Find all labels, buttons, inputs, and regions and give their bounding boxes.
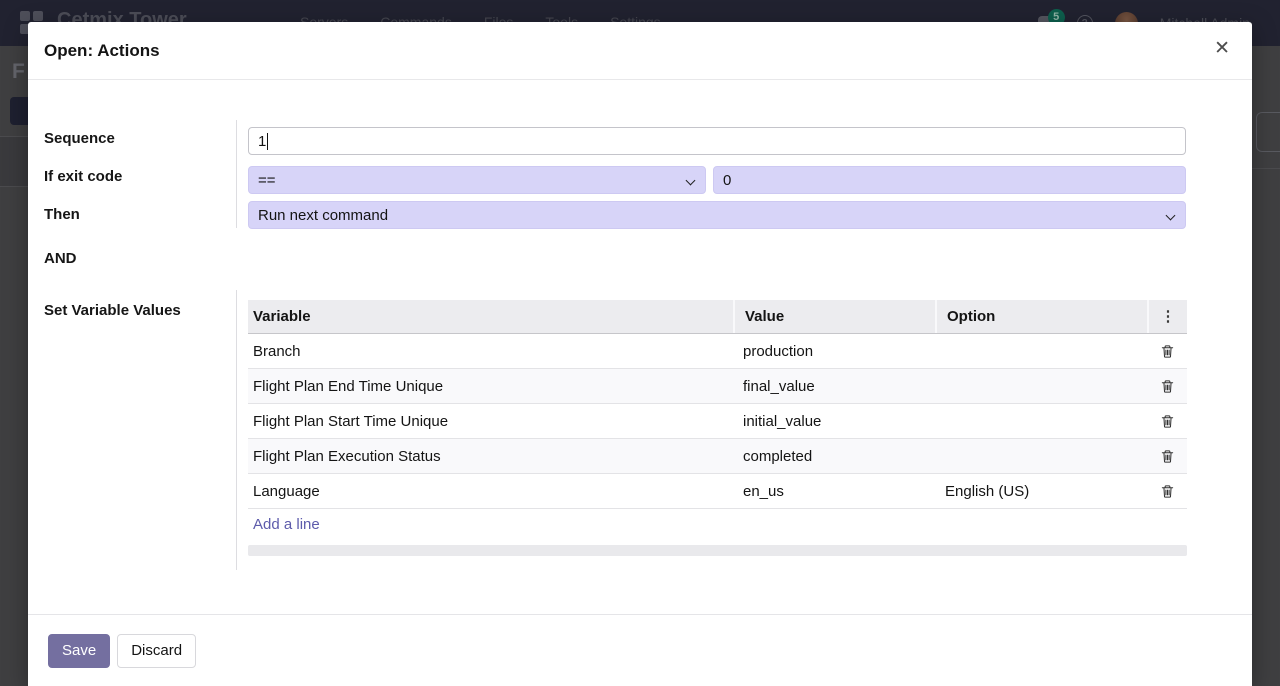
exit-code-operator-select[interactable]: == xyxy=(248,166,706,194)
cell-variable[interactable]: Flight Plan End Time Unique xyxy=(248,369,733,403)
table-row[interactable]: Flight Plan Start Time Unique initial_va… xyxy=(248,404,1187,439)
chevron-down-icon xyxy=(686,176,696,186)
operator-value: == xyxy=(258,172,276,189)
background-divider xyxy=(0,186,28,187)
background-divider xyxy=(1252,168,1280,169)
trash-icon[interactable] xyxy=(1158,342,1177,361)
sequence-label: Sequence xyxy=(44,130,115,147)
dialog-body: Sequence 1 If exit code == 0 Then Run ne… xyxy=(28,80,1252,614)
column-header-option[interactable]: Option xyxy=(935,300,1147,333)
background-divider xyxy=(0,136,28,137)
sequence-input[interactable]: 1 xyxy=(248,127,1186,155)
table-row[interactable]: Language en_us English (US) xyxy=(248,474,1187,509)
close-icon[interactable]: ✕ xyxy=(1214,39,1230,58)
cell-value[interactable]: completed xyxy=(733,439,935,473)
cell-option[interactable] xyxy=(935,439,1147,473)
cell-variable[interactable]: Branch xyxy=(248,334,733,368)
then-label: Then xyxy=(44,206,80,223)
dialog-header: Open: Actions ✕ xyxy=(28,22,1252,80)
dialog-footer: Save Discard xyxy=(28,614,1252,686)
add-line-row: Add a line xyxy=(248,509,1187,539)
background-searchbox-fragment xyxy=(1256,112,1280,152)
set-variable-values-label: Set Variable Values xyxy=(44,302,181,319)
exit-code-value-input[interactable]: 0 xyxy=(713,166,1186,194)
label-separator xyxy=(236,120,237,228)
cell-option[interactable] xyxy=(935,334,1147,368)
cell-value[interactable]: production xyxy=(733,334,935,368)
and-label: AND xyxy=(44,250,77,267)
background-row-band xyxy=(0,137,28,186)
trash-icon[interactable] xyxy=(1158,447,1177,466)
discard-button[interactable]: Discard xyxy=(117,634,196,668)
save-button[interactable]: Save xyxy=(48,634,110,668)
trash-icon[interactable] xyxy=(1158,412,1177,431)
cell-option[interactable] xyxy=(935,369,1147,403)
text-cursor xyxy=(267,133,268,150)
then-select[interactable]: Run next command xyxy=(248,201,1186,229)
column-options-icon[interactable]: ⋮ xyxy=(1161,309,1176,324)
dialog-title: Open: Actions xyxy=(44,41,160,61)
table-row[interactable]: Flight Plan Execution Status completed xyxy=(248,439,1187,474)
table-row[interactable]: Flight Plan End Time Unique final_value xyxy=(248,369,1187,404)
open-actions-dialog: Open: Actions ✕ Sequence 1 If exit code … xyxy=(28,22,1252,686)
cell-value[interactable]: final_value xyxy=(733,369,935,403)
column-header-value[interactable]: Value xyxy=(733,300,935,333)
background-page-heading-fragment: F xyxy=(12,60,25,84)
cell-option[interactable] xyxy=(935,404,1147,438)
cell-option[interactable]: English (US) xyxy=(935,474,1147,508)
table-header: Variable Value Option ⋮ xyxy=(248,300,1187,334)
table-row[interactable]: Branch production xyxy=(248,334,1187,369)
background-button-fragment xyxy=(10,97,28,125)
variable-values-table: Variable Value Option ⋮ Branch productio… xyxy=(248,300,1187,556)
cell-variable[interactable]: Language xyxy=(248,474,733,508)
sequence-value: 1 xyxy=(258,133,266,150)
column-header-variable[interactable]: Variable xyxy=(248,300,733,333)
add-a-line-link[interactable]: Add a line xyxy=(253,516,320,533)
exit-code-value: 0 xyxy=(723,172,731,189)
label-separator xyxy=(236,290,237,570)
cell-variable[interactable]: Flight Plan Start Time Unique xyxy=(248,404,733,438)
trash-icon[interactable] xyxy=(1158,377,1177,396)
then-value: Run next command xyxy=(258,207,388,224)
cell-variable[interactable]: Flight Plan Execution Status xyxy=(248,439,733,473)
chevron-down-icon xyxy=(1166,211,1176,221)
trash-icon[interactable] xyxy=(1158,482,1177,501)
horizontal-scrollbar[interactable] xyxy=(248,545,1187,556)
cell-value[interactable]: initial_value xyxy=(733,404,935,438)
cell-value[interactable]: en_us xyxy=(733,474,935,508)
exit-code-label: If exit code xyxy=(44,168,122,185)
